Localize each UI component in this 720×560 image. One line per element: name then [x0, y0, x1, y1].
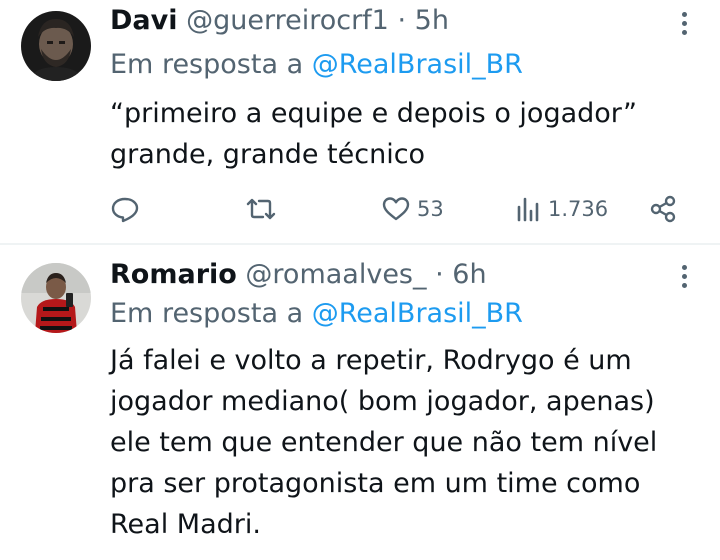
tweet-text: Já falei e volto a repetir, Rodrygo é um… — [110, 345, 658, 540]
tweet-header: Davi @guerreirocrf1 · 5h — [110, 4, 449, 38]
reply-button[interactable] — [110, 192, 140, 226]
user-handle[interactable]: @romaalves_ — [245, 259, 426, 290]
user-handle[interactable]: @guerreirocrf1 — [186, 5, 389, 36]
retweet-button[interactable] — [244, 192, 278, 226]
reply-icon — [111, 197, 139, 223]
separator: · — [397, 5, 407, 36]
more-options-icon[interactable] — [680, 12, 688, 42]
tweet-header: Romario @romaalves_ · 6h — [110, 258, 487, 292]
view-count: 1.736 — [548, 197, 609, 221]
reply-prefix: Em resposta a — [110, 298, 304, 329]
reply-mention-link[interactable]: @RealBrasil_BR — [312, 49, 523, 80]
avatar[interactable] — [21, 263, 91, 333]
reply-prefix: Em resposta a — [110, 49, 304, 80]
separator: · — [435, 259, 444, 290]
heart-icon — [382, 197, 410, 221]
reply-mention-link[interactable]: @RealBrasil_BR — [312, 298, 523, 329]
avatar[interactable] — [21, 11, 91, 81]
like-button[interactable]: 53 — [381, 192, 444, 226]
timestamp[interactable]: 6h — [452, 259, 486, 290]
more-options-icon[interactable] — [680, 265, 688, 295]
timestamp[interactable]: 5h — [415, 5, 449, 36]
reply-context: Em resposta a @RealBrasil_BR — [110, 297, 523, 331]
retweet-icon — [246, 198, 276, 220]
reply-context: Em resposta a @RealBrasil_BR — [110, 48, 523, 82]
avatar-image — [21, 263, 91, 333]
tweet[interactable]: Davi @guerreirocrf1 · 5h Em resposta a @… — [0, 0, 720, 245]
share-button[interactable] — [648, 192, 678, 226]
display-name[interactable]: Romario — [110, 259, 237, 290]
views-icon — [517, 197, 539, 222]
tweet-actions: 53 1.736 — [0, 192, 720, 226]
share-icon — [650, 195, 676, 223]
like-count: 53 — [417, 197, 444, 221]
avatar-image — [21, 11, 91, 81]
tweet-text: “primeiro a equipe e depois o jogador” g… — [110, 98, 638, 170]
display-name[interactable]: Davi — [110, 5, 178, 36]
views-button[interactable]: 1.736 — [514, 192, 608, 226]
